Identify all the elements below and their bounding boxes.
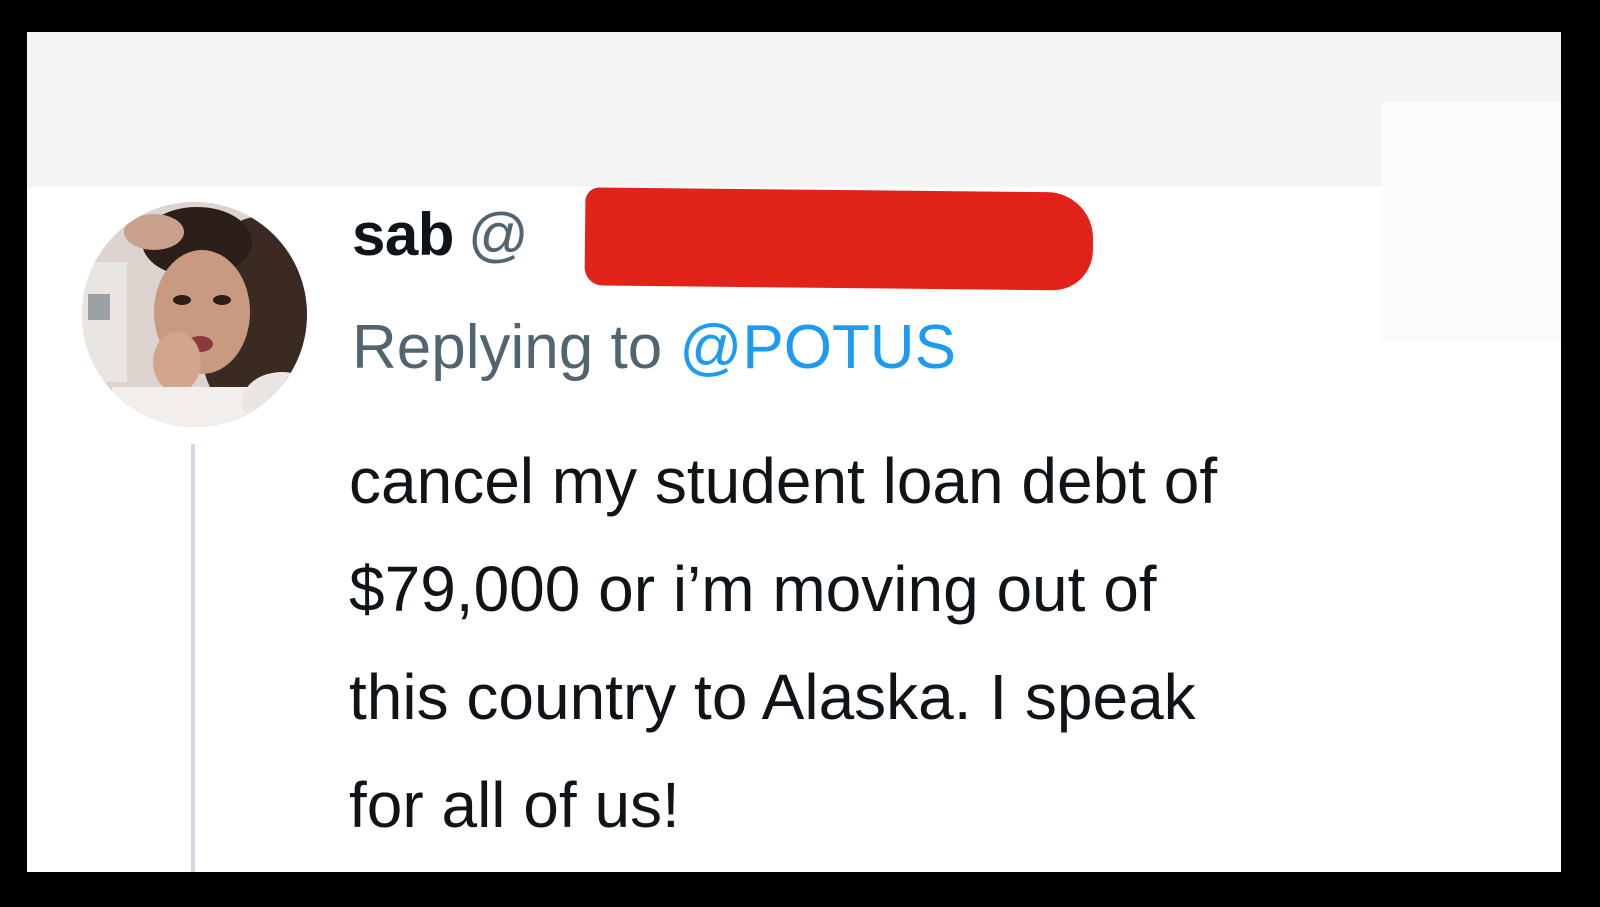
top-band	[27, 32, 1561, 187]
thread-line	[191, 444, 195, 872]
tweet-text: cancel my student loan debt of $79,000 o…	[349, 445, 1218, 841]
replying-to-line: Replying to @POTUS	[352, 312, 956, 383]
display-name[interactable]: sab	[352, 201, 454, 268]
tweet-card: sab @ Replying to @POTUS cancel my studen…	[27, 32, 1561, 872]
user-handle[interactable]: @	[468, 201, 529, 268]
screenshot-frame: sab @ Replying to @POTUS cancel my studen…	[0, 0, 1600, 907]
avatar-photo-icon	[82, 202, 307, 427]
avatar[interactable]	[82, 202, 307, 427]
background-patch	[1381, 102, 1561, 342]
replying-to-label: Replying to	[352, 313, 663, 382]
handle-redaction-mark	[584, 187, 1094, 291]
reply-mention-link[interactable]: @POTUS	[679, 313, 956, 382]
tweet-header: sab @	[352, 200, 529, 290]
